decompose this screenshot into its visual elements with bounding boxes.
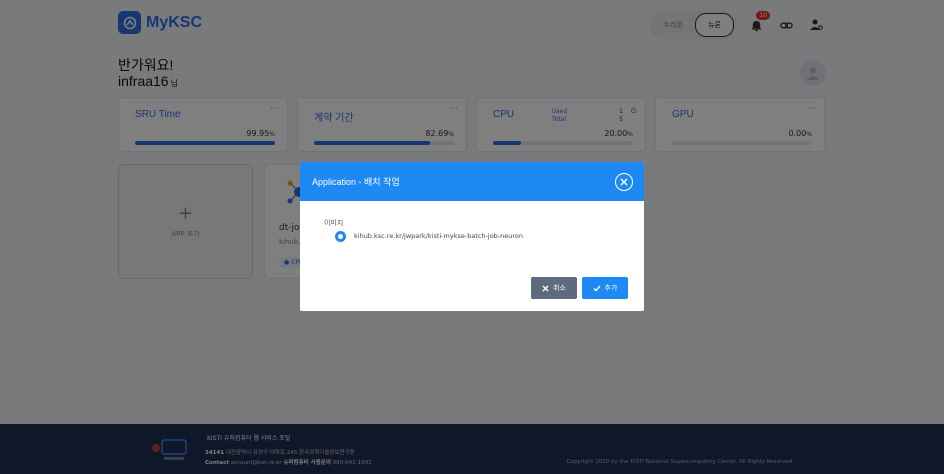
close-icon <box>542 284 549 292</box>
batch-job-dialog: Application - 배치 작업 이미지 kihub.ksc.re.kr/… <box>300 162 644 311</box>
cancel-button[interactable]: 취소 <box>531 277 577 299</box>
close-icon <box>620 178 628 186</box>
add-button[interactable]: 추가 <box>582 277 628 299</box>
dialog-close-button[interactable] <box>615 173 633 191</box>
cancel-label: 취소 <box>553 284 566 292</box>
image-radio[interactable] <box>335 231 346 242</box>
add-label: 추가 <box>604 284 618 292</box>
image-option-label[interactable]: kihub.ksc.re.kr/jwpark/kisti-mykse-batch… <box>354 232 523 240</box>
dialog-title: Application - 배치 작업 <box>312 177 400 187</box>
image-field-label: 이미지 <box>324 219 344 227</box>
check-icon <box>593 285 601 292</box>
dialog-header: Application - 배치 작업 <box>300 162 644 201</box>
